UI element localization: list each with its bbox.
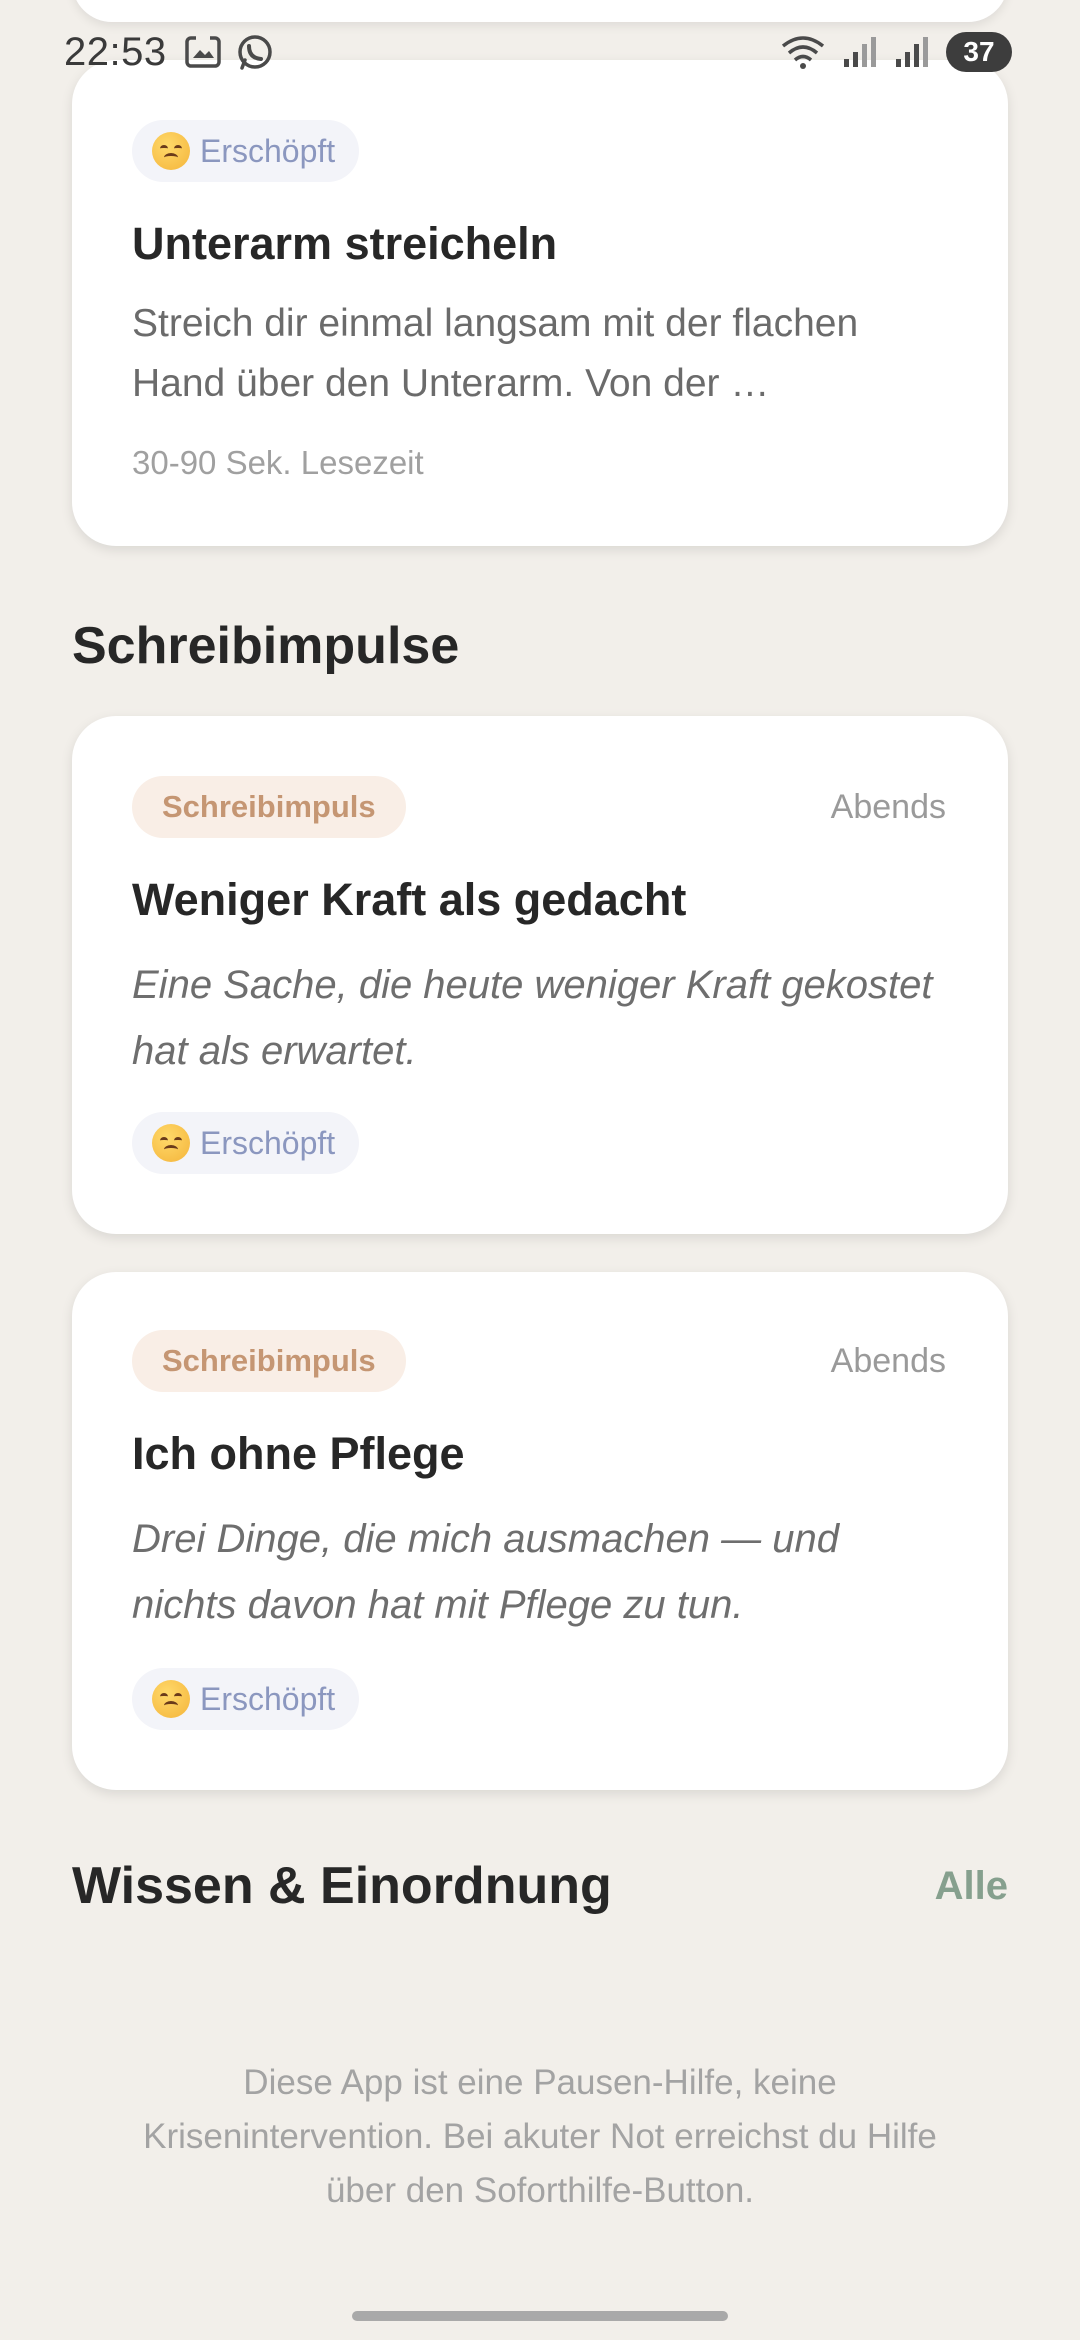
whatsapp-icon (238, 35, 272, 70)
category-chip: Schreibimpuls (132, 1330, 406, 1392)
wifi-icon (781, 36, 825, 69)
card-title: Unterarm streicheln (132, 218, 558, 269)
mood-chip: Erschöpft (132, 120, 360, 182)
time-of-day-label: Abends (830, 788, 946, 826)
home-indicator[interactable] (352, 2311, 728, 2321)
card-title: Weniger Kraft als gedacht (132, 874, 687, 925)
mood-chip: Erschöpft (132, 1112, 360, 1174)
status-notification-icons (184, 34, 274, 72)
mood-chip-label: Erschöpft (200, 1680, 336, 1717)
disclaimer-text: Diese App ist eine Pausen-Hilfe, keine K… (143, 2063, 937, 2210)
section-title-wissen: Wissen & Einordnung (72, 1857, 612, 1915)
mood-chip-label: Erschöpft (200, 132, 336, 169)
see-all-link[interactable]: Alle (935, 1864, 1008, 1909)
status-time: 22:53 (64, 30, 167, 74)
mood-exhausted-emoji (152, 1680, 190, 1718)
writing-prompt-card[interactable]: Schreibimpuls Abends Weniger Kraft als g… (72, 716, 1008, 1234)
category-chip: Schreibimpuls (132, 776, 406, 838)
screenshot-icon (185, 34, 221, 68)
card-description: Streich dir einmal langsam mit der flach… (132, 302, 859, 405)
signal-icon-2 (896, 37, 928, 67)
writing-prompt-card[interactable]: Schreibimpuls Abends Ich ohne Pflege Dre… (72, 1272, 1008, 1790)
battery-indicator: 37 (946, 32, 1012, 72)
mood-chip: Erschöpft (132, 1668, 360, 1730)
mood-chip-label: Erschöpft (200, 1124, 336, 1161)
reading-time: 30-90 Sek. Lesezeit (132, 444, 424, 481)
section-title-schreibimpulse: Schreibimpulse (72, 617, 460, 675)
card-prompt-text: Eine Sache, die heute weniger Kraft geko… (132, 963, 933, 1073)
card-prompt-text: Drei Dinge, die mich ausmachen — und nic… (132, 1517, 840, 1627)
time-of-day-label: Abends (830, 1342, 946, 1380)
signal-icon (844, 37, 876, 67)
status-system-icons: 37 (780, 32, 1012, 72)
mood-exhausted-emoji (152, 1124, 190, 1162)
card-title: Ich ohne Pflege (132, 1428, 465, 1479)
mood-exhausted-emoji (152, 132, 190, 170)
exercise-card[interactable]: Erschöpft Unterarm streicheln Streich di… (72, 60, 1008, 546)
status-bar: 22:53 37 (0, 0, 1080, 110)
